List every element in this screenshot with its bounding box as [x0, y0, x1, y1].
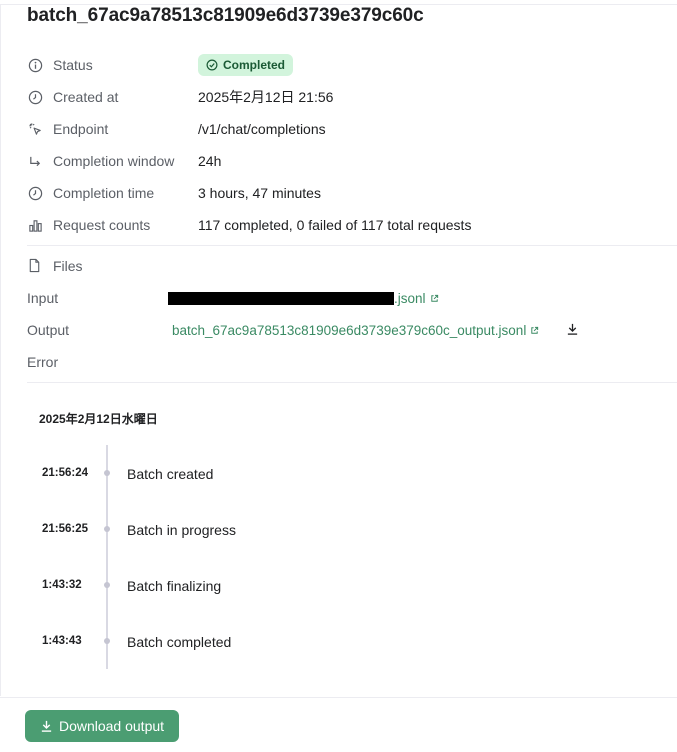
clock-icon: [27, 185, 43, 201]
section-divider: [27, 245, 677, 246]
error-file-row: Error: [27, 351, 58, 373]
status-row: Status Completed: [27, 53, 294, 77]
bar-chart-icon: [27, 217, 43, 233]
external-link-icon: [531, 326, 539, 334]
request-counts-value: 117 completed, 0 failed of 117 total req…: [198, 217, 472, 233]
output-file-name: batch_67ac9a78513c81909e6d3739e379c60c_o…: [172, 322, 527, 338]
panel-left-border: [0, 4, 1, 696]
created-at-label: Created at: [53, 89, 119, 105]
timeline-time: 1:43:43: [42, 635, 82, 647]
endpoint-label: Endpoint: [53, 121, 109, 137]
files-header: Files: [27, 255, 83, 277]
download-output-icon[interactable]: [566, 322, 580, 338]
batch-title: batch_67ac9a78513c81909e6d3739e379c60c: [27, 5, 424, 26]
endpoint-row: Endpoint /v1/chat/completions: [27, 117, 326, 141]
files-label: Files: [53, 258, 83, 274]
download-output-label: Download output: [58, 718, 165, 734]
completion-time-value: 3 hours, 47 minutes: [198, 185, 321, 201]
download-output-button[interactable]: Download output: [25, 710, 179, 742]
file-icon: [27, 258, 43, 274]
output-file-link[interactable]: batch_67ac9a78513c81909e6d3739e379c60c_o…: [172, 319, 539, 341]
request-counts-label: Request counts: [53, 217, 151, 233]
timeline-dot: [104, 526, 110, 532]
timeline-event: Batch completed: [127, 634, 232, 650]
timeline-dot: [104, 638, 110, 644]
timeline-event: Batch created: [127, 466, 214, 482]
output-file-row: Output: [27, 319, 69, 341]
completion-time-label: Completion time: [53, 185, 155, 201]
timeline-date: 2025年2月12日水曜日: [39, 412, 158, 426]
completion-time-row: Completion time 3 hours, 47 minutes: [27, 181, 321, 205]
output-label: Output: [27, 322, 70, 338]
section-divider: [27, 382, 677, 383]
redacted-filename: [168, 291, 394, 305]
pointer-click-icon: [27, 121, 43, 137]
timeline-dot: [104, 470, 110, 476]
endpoint-value: /v1/chat/completions: [198, 121, 326, 137]
timeline-event: Batch finalizing: [127, 578, 222, 594]
timeline-time: 1:43:32: [42, 579, 82, 591]
completion-window-label: Completion window: [53, 153, 175, 169]
info-icon: [27, 57, 43, 73]
status-badge-text: Completed: [223, 58, 286, 72]
created-at-value: 2025年2月12日 21:56: [198, 89, 334, 105]
timeline-event: Batch in progress: [127, 522, 236, 538]
input-label: Input: [27, 290, 59, 306]
check-circle-icon: [206, 59, 218, 71]
completion-window-row: Completion window 24h: [27, 149, 221, 173]
download-icon: [41, 720, 52, 732]
completion-window-value: 24h: [198, 153, 222, 169]
input-file-suffix: .jsonl: [394, 290, 426, 306]
arrow-turn-right-icon: [27, 153, 43, 169]
timeline-time: 21:56:24: [42, 467, 89, 479]
request-counts-row: Request counts 117 completed, 0 failed o…: [27, 213, 471, 237]
status-badge: Completed: [198, 54, 294, 76]
created-at-row: Created at 2025年2月12日 21:56: [27, 85, 333, 109]
timeline-line: [106, 445, 108, 669]
footer-divider: [0, 697, 677, 698]
input-file-link[interactable]: .jsonl: [168, 287, 439, 309]
clock-icon: [27, 89, 43, 105]
external-link-icon: [430, 294, 438, 302]
input-file-row: Input: [27, 287, 58, 309]
timeline-dot: [104, 582, 110, 588]
error-label: Error: [27, 354, 59, 370]
status-label: Status: [53, 57, 93, 73]
timeline-time: 21:56:25: [42, 523, 89, 535]
